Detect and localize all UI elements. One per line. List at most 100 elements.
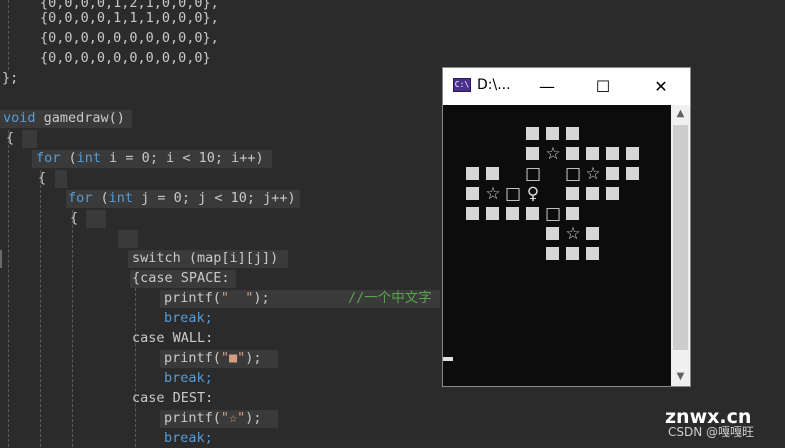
keyword: break;: [164, 310, 213, 326]
code-line: printf(" ");: [164, 288, 270, 308]
code-line: {0,0,0,0,1,1,1,0,0,0},: [40, 10, 219, 26]
code-text: printf(: [164, 290, 221, 306]
code-line: {case SPACE:: [132, 270, 230, 286]
fold-marker[interactable]: [0, 250, 2, 268]
code-text: printf(: [164, 350, 221, 366]
code-line: switch (map[i][j]): [132, 250, 279, 266]
destination-star-icon: ☆: [585, 164, 601, 184]
destination-star-icon: ☆: [485, 184, 501, 204]
code-line: for (int i = 0; i < 10; i++): [36, 148, 264, 168]
text-cursor: [443, 357, 453, 361]
wall-tile: [483, 164, 503, 184]
wall-tile: [543, 124, 563, 144]
wall-tile: [583, 224, 603, 244]
line-highlight: [118, 230, 138, 248]
wall-tile: [583, 244, 603, 264]
maximize-button[interactable]: ☐: [580, 68, 626, 105]
wall-tile: [583, 184, 603, 204]
code-line: };: [2, 70, 19, 86]
close-button[interactable]: ✕: [638, 68, 684, 105]
minimize-button[interactable]: —: [524, 68, 570, 105]
scroll-thumb[interactable]: [673, 125, 688, 350]
code-line: void gamedraw(): [3, 108, 125, 128]
code-line: case DEST:: [132, 390, 214, 406]
box-tile: □: [564, 164, 582, 184]
box-tile: □: [504, 184, 522, 204]
wall-tile: [563, 244, 583, 264]
wall-tile: [563, 204, 583, 224]
window-title: D:\...: [477, 77, 511, 93]
wall-tile: [603, 164, 623, 184]
wall-tile: [563, 144, 583, 164]
code-text: (: [60, 150, 77, 166]
function-signature: gamedraw(): [35, 110, 125, 126]
code-line: printf("■");: [164, 348, 262, 368]
keyword: for: [36, 150, 61, 166]
wall-tile: [463, 164, 483, 184]
code-text: );: [253, 290, 270, 306]
wall-tile: [543, 224, 563, 244]
destination-star-icon: ☆: [565, 224, 581, 244]
keyword: break;: [164, 370, 213, 386]
indent-guide: [72, 210, 73, 447]
code-line: {: [6, 130, 15, 146]
code-line: break;: [164, 308, 213, 328]
keyword: break;: [164, 430, 213, 446]
wall-tile: [583, 144, 603, 164]
code-line: break;: [164, 428, 213, 448]
indent-guide: [8, 0, 9, 70]
destination-star-icon: ☆: [545, 144, 561, 164]
code-line: break;: [164, 368, 213, 388]
keyword: int: [108, 190, 134, 206]
code-text: (: [92, 190, 109, 206]
title-bar[interactable]: C:\ D:\... — ☐ ✕: [443, 68, 690, 105]
watermark-author: CSDN @嘎嘎旺: [668, 425, 755, 439]
code-text: printf(: [164, 410, 221, 426]
wall-tile: [563, 184, 583, 204]
wall-tile: [623, 144, 643, 164]
console-window[interactable]: C:\ D:\... — ☐ ✕ ☆ □ □ ☆ ☆ □ ♀ □ ☆ ▲ ▼: [442, 67, 691, 387]
line-highlight: [55, 170, 67, 188]
wall-tile: [523, 144, 543, 164]
code-line: printf("☆");: [164, 408, 262, 428]
wall-tile: [463, 184, 483, 204]
string-literal: " ": [220, 290, 254, 306]
wall-tile: [603, 184, 623, 204]
wall-tile: [603, 144, 623, 164]
string-literal: "■": [220, 350, 246, 366]
scroll-down-arrow-icon[interactable]: ▼: [671, 368, 690, 386]
wall-tile: [463, 204, 483, 224]
code-text: );: [245, 410, 262, 426]
code-line: {: [38, 170, 47, 186]
wall-tile: [483, 204, 503, 224]
console-output[interactable]: ☆ □ □ ☆ ☆ □ ♀ □ ☆: [443, 105, 671, 386]
player-icon: ♀: [526, 184, 540, 204]
string-literal: "☆": [220, 410, 246, 426]
code-text: i = 0; i < 10; i++): [101, 150, 264, 166]
code-line: case WALL:: [132, 330, 214, 346]
keyword: void: [3, 110, 36, 126]
wall-tile: [623, 164, 643, 184]
box-tile: □: [544, 204, 562, 224]
indent-guide: [135, 288, 136, 447]
wall-tile: [523, 204, 543, 224]
code-text: );: [245, 350, 262, 366]
code-text: j = 0; j < 10; j++): [133, 190, 296, 206]
code-line: for (int j = 0; j < 10; j++): [68, 188, 296, 208]
code-comment: //一个中文字: [348, 290, 432, 306]
vertical-scrollbar[interactable]: ▲ ▼: [671, 105, 690, 386]
wall-tile: [503, 204, 523, 224]
scroll-up-arrow-icon[interactable]: ▲: [671, 105, 690, 123]
keyword: for: [68, 190, 93, 206]
code-line: {: [70, 210, 79, 226]
line-highlight: [22, 130, 37, 148]
keyword: int: [76, 150, 102, 166]
line-highlight: [86, 210, 106, 228]
indent-guide: [40, 170, 41, 447]
console-app-icon: C:\: [453, 78, 471, 92]
code-line: {0,0,0,0,0,0,0,0,0,0},: [40, 30, 219, 46]
wall-tile: [523, 124, 543, 144]
code-line: {0,0,0,0,0,0,0,0,0,0}: [40, 50, 211, 66]
wall-tile: [543, 244, 563, 264]
indent-guide: [8, 130, 9, 447]
